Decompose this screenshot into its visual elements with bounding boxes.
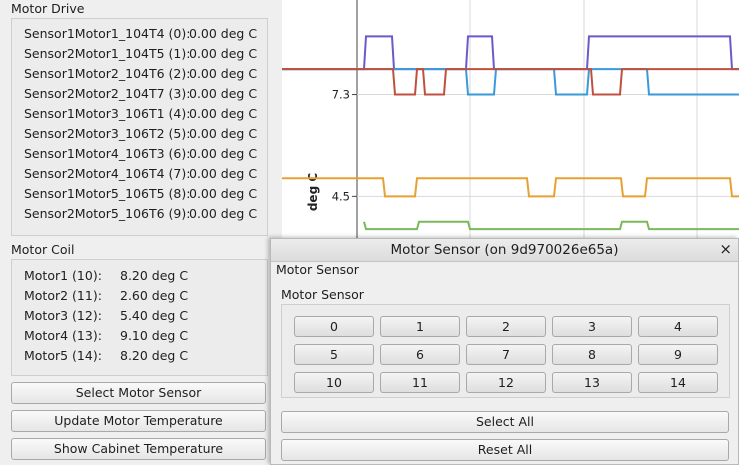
sensor-value: 0.00 deg C	[189, 86, 258, 101]
sensor-button-11[interactable]: 11	[380, 372, 460, 393]
sensor-button-3[interactable]: 3	[552, 316, 632, 337]
y-tick-label: 4.5	[332, 189, 350, 203]
select-motor-sensor-button[interactable]: Select Motor Sensor	[11, 382, 266, 404]
coil-label: Motor4 (13):	[24, 328, 102, 343]
sensor-button-8[interactable]: 8	[552, 344, 632, 365]
coil-value: 8.20 deg C	[120, 268, 189, 283]
motor-coil-row: Motor2 (11): 2.60 deg C	[24, 288, 188, 303]
sensor-button-9[interactable]: 9	[638, 344, 718, 365]
sensor-label: Sensor1Motor4_106T3 (6):	[24, 146, 191, 161]
update-motor-temperature-button[interactable]: Update Motor Temperature	[11, 410, 266, 432]
dialog-title: Motor Sensor (on 9d970026e65a)	[390, 242, 619, 258]
sensor-value: 0.00 deg C	[189, 66, 258, 81]
select-all-button[interactable]: Select All	[281, 411, 729, 433]
sensor-button-13[interactable]: 13	[552, 372, 632, 393]
show-cabinet-temperature-button[interactable]: Show Cabinet Temperature	[11, 438, 266, 460]
sensor-group-label: Motor Sensor	[281, 287, 364, 302]
sensor-label: Sensor2Motor3_106T2 (5):	[24, 126, 191, 141]
sensor-value: 0.00 deg C	[189, 166, 258, 181]
y-tick-label: 7.3	[332, 88, 350, 102]
sensor-button-12[interactable]: 12	[466, 372, 546, 393]
coil-label: Motor5 (14):	[24, 348, 102, 363]
series-line-1	[282, 68, 739, 96]
sensor-label: Sensor2Motor4_106T4 (7):	[24, 166, 191, 181]
sensor-button-7[interactable]: 7	[466, 344, 546, 365]
motor-drive-row: Sensor2Motor4_106T4 (7): 0.00 deg C	[24, 166, 257, 181]
coil-label: Motor2 (11):	[24, 288, 102, 303]
sensor-label: Sensor1Motor3_106T1 (4):	[24, 106, 191, 121]
dialog-header-label: Motor Sensor	[276, 262, 359, 277]
sensor-value: 0.00 deg C	[189, 146, 258, 161]
motor-drive-group: Sensor1Motor1_104T4 (0): 0.00 deg C Sensor…	[11, 18, 268, 236]
dialog-titlebar[interactable]: Motor Sensor (on 9d970026e65a) ×	[271, 239, 738, 262]
motor-coil-title: Motor Coil	[11, 242, 75, 257]
motor-drive-title: Motor Drive	[11, 1, 85, 16]
series-line-0	[282, 35, 739, 71]
coil-label: Motor3 (12):	[24, 308, 102, 323]
sensor-button-10[interactable]: 10	[294, 372, 374, 393]
temperature-chart: 7.3 4.5 deg C	[282, 0, 739, 240]
coil-value: 5.40 deg C	[120, 308, 189, 323]
motor-coil-group: Motor1 (10): 8.20 deg C Motor2 (11): 2.60 d…	[11, 259, 268, 376]
chart-canvas: 7.34.5deg C	[282, 0, 739, 240]
series-line-4	[363, 220, 739, 231]
close-icon[interactable]: ×	[719, 240, 732, 258]
motor-drive-row: Sensor1Motor5_106T5 (8): 0.00 deg C	[24, 186, 257, 201]
sensor-label: Sensor1Motor1_104T4 (0):	[24, 26, 191, 41]
sensor-button-1[interactable]: 1	[380, 316, 460, 337]
sensor-button-2[interactable]: 2	[466, 316, 546, 337]
sensor-button-4[interactable]: 4	[638, 316, 718, 337]
motor-drive-row: Sensor1Motor4_106T3 (6): 0.00 deg C	[24, 146, 257, 161]
motor-drive-row: Sensor2Motor5_106T6 (9): 0.00 deg C	[24, 206, 257, 221]
motor-drive-row: Sensor2Motor3_106T2 (5): 0.00 deg C	[24, 126, 257, 141]
reset-all-button[interactable]: Reset All	[281, 439, 729, 461]
sensor-button-grid: 0 1 2 3 4 5 6 7 8 9 10 11 12 13 14	[281, 304, 730, 398]
coil-value: 9.10 deg C	[120, 328, 189, 343]
motor-sensor-dialog: Motor Sensor (on 9d970026e65a) × Motor S…	[270, 238, 739, 465]
sensor-label: Sensor1Motor5_106T5 (8):	[24, 186, 191, 201]
sensor-value: 0.00 deg C	[189, 26, 258, 41]
sensor-label: Sensor1Motor2_104T6 (2):	[24, 66, 191, 81]
sensor-value: 0.00 deg C	[189, 46, 258, 61]
series-line-2	[282, 68, 739, 96]
motor-drive-row: Sensor2Motor1_104T5 (1): 0.00 deg C	[24, 46, 257, 61]
motor-drive-row: Sensor2Motor2_104T7 (3): 0.00 deg C	[24, 86, 257, 101]
sensor-value: 0.00 deg C	[189, 126, 258, 141]
sensor-button-0[interactable]: 0	[294, 316, 374, 337]
series-line-3	[282, 177, 739, 198]
sensor-value: 0.00 deg C	[189, 106, 258, 121]
sensor-label: Sensor2Motor5_106T6 (9):	[24, 206, 191, 221]
sensor-button-6[interactable]: 6	[380, 344, 460, 365]
motor-coil-row: Motor4 (13): 9.10 deg C	[24, 328, 188, 343]
motor-coil-row: Motor5 (14): 8.20 deg C	[24, 348, 188, 363]
sensor-value: 0.00 deg C	[189, 186, 258, 201]
coil-label: Motor1 (10):	[24, 268, 102, 283]
sensor-label: Sensor2Motor2_104T7 (3):	[24, 86, 191, 101]
sensor-button-14[interactable]: 14	[638, 372, 718, 393]
motor-coil-row: Motor3 (12): 5.40 deg C	[24, 308, 188, 323]
motor-coil-row: Motor1 (10): 8.20 deg C	[24, 268, 188, 283]
coil-value: 8.20 deg C	[120, 348, 189, 363]
motor-drive-row: Sensor1Motor1_104T4 (0): 0.00 deg C	[24, 26, 257, 41]
sensor-label: Sensor2Motor1_104T5 (1):	[24, 46, 191, 61]
motor-drive-row: Sensor1Motor2_104T6 (2): 0.00 deg C	[24, 66, 257, 81]
coil-value: 2.60 deg C	[120, 288, 189, 303]
sensor-button-5[interactable]: 5	[294, 344, 374, 365]
sensor-value: 0.00 deg C	[189, 206, 258, 221]
motor-drive-row: Sensor1Motor3_106T1 (4): 0.00 deg C	[24, 106, 257, 121]
